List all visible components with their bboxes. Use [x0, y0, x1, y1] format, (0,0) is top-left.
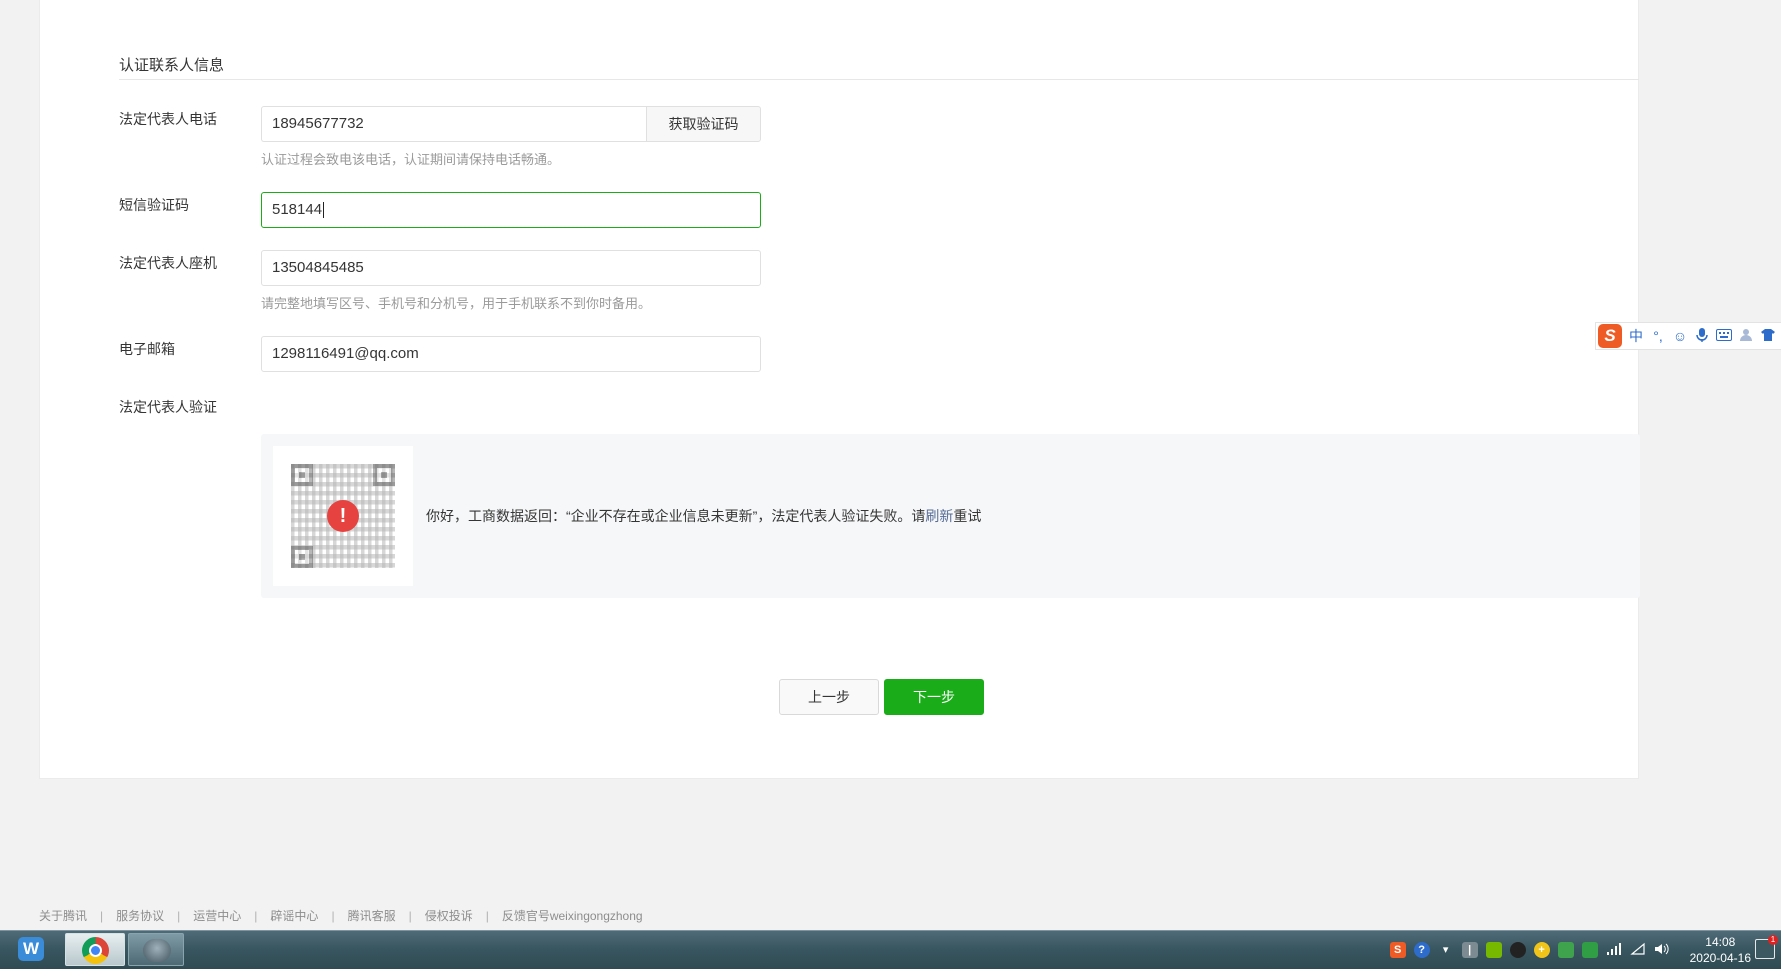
verify-message-tail: 重试: [953, 508, 982, 524]
text-caret: [323, 202, 325, 219]
landline-hint: 请完整地填写区号、手机号和分机号，用于手机联系不到你时备用。: [261, 296, 652, 311]
sogou-logo-icon[interactable]: S: [1598, 324, 1622, 348]
footer-link-feedback[interactable]: 反馈官号weixingongzhong: [502, 907, 643, 924]
footer-separator: |: [177, 908, 181, 923]
sogou-tray-icon[interactable]: S: [1389, 942, 1406, 958]
user-icon[interactable]: [1738, 328, 1754, 345]
email-value: 1298116491@qq.com: [272, 345, 419, 362]
phone-hint: 认证过程会致电该电话，认证期间请保持电话畅通。: [261, 152, 561, 167]
sms-label: 短信验证码: [119, 197, 189, 213]
footer-separator: |: [331, 908, 335, 923]
chrome-logo-icon: [82, 937, 109, 964]
prev-step-button[interactable]: 上一步: [779, 679, 879, 715]
update-icon[interactable]: [1557, 942, 1574, 958]
qr-finder: [291, 546, 313, 568]
sms-input[interactable]: 518144: [261, 192, 761, 228]
phone-value: 18945677732: [272, 115, 364, 132]
footer-separator: |: [485, 908, 489, 923]
footer-separator: |: [100, 908, 104, 923]
footer-links: 关于腾讯 | 服务协议 | 运营中心 | 辟谣中心 | 腾讯客服 | 侵权投诉 …: [39, 907, 643, 924]
clock[interactable]: 14:08 2020-04-16: [1690, 934, 1751, 966]
landline-input[interactable]: 13504845485: [261, 250, 761, 286]
footer-link-support[interactable]: 腾讯客服: [348, 907, 396, 924]
taskbar: W S ? ▾ | + 14:08 2020-04-16 1: [0, 930, 1781, 969]
nvidia-icon[interactable]: [1485, 942, 1502, 958]
phone-label: 法定代表人电话: [119, 111, 217, 127]
skin-icon[interactable]: [1760, 328, 1776, 345]
signal-icon[interactable]: [1629, 942, 1646, 958]
volume-icon[interactable]: [1654, 942, 1670, 958]
app-thumbnail-icon: [143, 939, 171, 962]
footer-link-about[interactable]: 关于腾讯: [39, 907, 87, 924]
alert-icon: !: [327, 500, 359, 532]
sms-value: 518144: [272, 201, 323, 218]
network-icon[interactable]: [1606, 942, 1622, 958]
verify-message-text: 你好，工商数据返回：“企业不存在或企业信息未更新”，法定代表人验证失败。请: [426, 508, 926, 524]
thermometer-icon[interactable]: |: [1461, 942, 1478, 958]
emoji-icon[interactable]: ☺: [1672, 328, 1688, 344]
email-label: 电子邮箱: [119, 341, 175, 357]
qq-icon[interactable]: [1509, 942, 1526, 958]
landline-value: 13504845485: [272, 259, 364, 276]
clock-date: 2020-04-16: [1689, 951, 1751, 965]
shield-icon[interactable]: [1581, 942, 1598, 958]
footer-link-rumor[interactable]: 辟谣中心: [270, 907, 318, 924]
wps-logo-icon: W: [18, 937, 44, 961]
get-code-button[interactable]: 获取验证码: [646, 106, 761, 142]
keyboard-icon[interactable]: [1716, 328, 1732, 344]
taskbar-chrome[interactable]: [65, 933, 125, 966]
tray-expand-icon[interactable]: ▾: [1438, 942, 1454, 958]
footer-separator: |: [408, 908, 412, 923]
help-icon[interactable]: ?: [1413, 942, 1430, 958]
footer-link-agreement[interactable]: 服务协议: [116, 907, 164, 924]
verify-panel: ! 你好，工商数据返回：“企业不存在或企业信息未更新”，法定代表人验证失败。请刷…: [261, 434, 1640, 598]
notification-badge: 1: [1768, 935, 1778, 945]
ime-punct-toggle[interactable]: °,: [1650, 328, 1666, 344]
action-center-icon[interactable]: 1: [1755, 935, 1778, 959]
qr-code: !: [273, 446, 413, 586]
footer-separator: |: [254, 908, 258, 923]
microphone-icon[interactable]: [1694, 327, 1710, 346]
section-divider: [119, 79, 1639, 80]
clock-time: 14:08: [1705, 935, 1736, 949]
email-input[interactable]: 1298116491@qq.com: [261, 336, 761, 372]
taskbar-wps[interactable]: W: [14, 933, 50, 966]
verify-label: 法定代表人验证: [119, 399, 217, 415]
system-tray: S ? ▾ | + 14:08 2020-04-16: [1382, 931, 1781, 969]
phone-input[interactable]: 18945677732: [261, 106, 646, 142]
ime-toolbar[interactable]: S 中 °, ☺: [1595, 322, 1781, 350]
footer-link-ops[interactable]: 运营中心: [193, 907, 241, 924]
ime-mode-toggle[interactable]: 中: [1628, 326, 1644, 346]
refresh-link[interactable]: 刷新: [925, 508, 953, 524]
section-title: 认证联系人信息: [119, 57, 225, 74]
landline-label: 法定代表人座机: [119, 255, 217, 271]
qr-finder: [373, 464, 395, 486]
qr-finder: [291, 464, 313, 486]
taskbar-app[interactable]: [128, 933, 184, 966]
next-step-button[interactable]: 下一步: [884, 679, 984, 715]
security-plus-icon[interactable]: +: [1533, 942, 1550, 958]
verify-message: 你好，工商数据返回：“企业不存在或企业信息未更新”，法定代表人验证失败。请刷新重…: [426, 506, 981, 526]
footer-link-complaint[interactable]: 侵权投诉: [425, 907, 473, 924]
form-card: 认证联系人信息 法定代表人电话 18945677732 获取验证码 认证过程会致…: [39, 0, 1640, 779]
